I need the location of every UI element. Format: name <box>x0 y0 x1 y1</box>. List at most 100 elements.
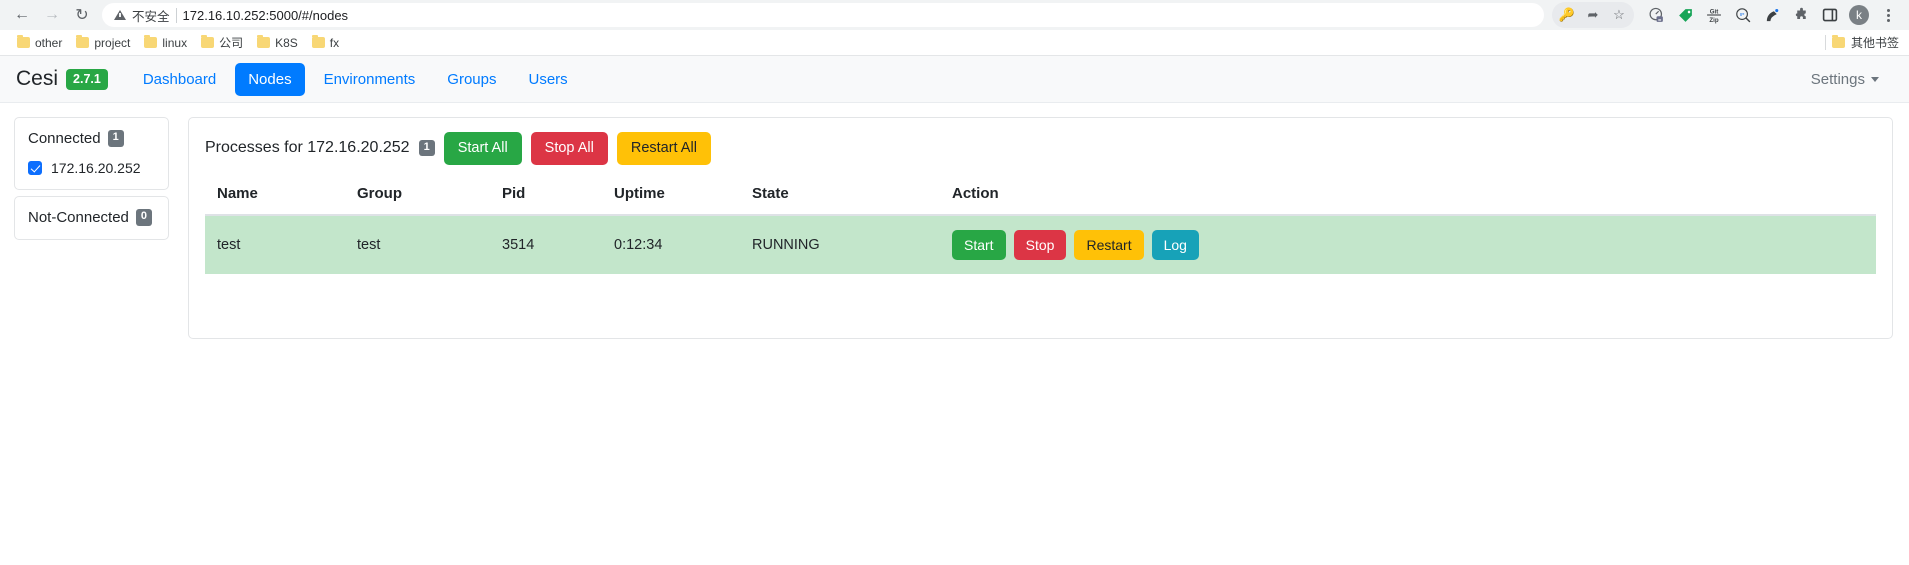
ip-lookup-extension-icon[interactable]: IP <box>1730 2 1756 28</box>
speedometer-extension-icon[interactable] <box>1643 2 1669 28</box>
stop-all-button[interactable]: Stop All <box>530 132 608 165</box>
omnibox-action-group: 🔑 ➦ ☆ <box>1552 2 1634 28</box>
nav-link-dashboard[interactable]: Dashboard <box>130 63 229 96</box>
node-label: 172.16.20.252 <box>51 160 141 176</box>
not-connected-count-badge: 0 <box>135 209 153 226</box>
browser-toolbar-icons: 🔑 ➦ ☆ Git Zip IP k <box>1552 2 1901 28</box>
page-title: Processes for 172.16.20.252 <box>205 139 410 157</box>
column-header-group: Group <box>345 176 490 216</box>
tag-extension-icon[interactable] <box>1672 2 1698 28</box>
nav-link-groups[interactable]: Groups <box>434 63 509 96</box>
bookmark-label: K8S <box>275 35 298 50</box>
bookmark-item[interactable]: 公司 <box>194 32 250 53</box>
bookmark-label: project <box>94 35 131 50</box>
status-badge: RUNNING <box>740 214 940 274</box>
folder-icon <box>76 35 90 48</box>
share-icon[interactable]: ➦ <box>1580 2 1606 28</box>
forward-arrow-icon[interactable]: → <box>38 1 66 29</box>
password-key-icon[interactable]: 🔑 <box>1554 2 1580 28</box>
extensions-puzzle-icon[interactable] <box>1788 2 1814 28</box>
not-secure-label: 不安全 <box>132 9 170 24</box>
reload-icon[interactable]: ↻ <box>68 1 96 29</box>
folder-icon <box>17 35 30 48</box>
column-header-uptime: Uptime <box>602 176 740 216</box>
start-button[interactable]: Start <box>952 229 1006 260</box>
cell-actions: Start Stop Restart Log <box>940 214 1876 274</box>
satellite-extension-icon[interactable] <box>1759 2 1785 28</box>
bookmark-item[interactable]: project <box>69 34 137 52</box>
svg-text:Git: Git <box>1710 8 1719 15</box>
column-header-pid: Pid <box>490 176 602 216</box>
not-connected-card: Not-Connected 0 <box>14 196 169 240</box>
bookmark-label: linux <box>162 35 188 50</box>
nav-link-users[interactable]: Users <box>516 63 581 96</box>
sidepanel-icon[interactable] <box>1817 2 1843 28</box>
cell-group: test <box>345 214 490 274</box>
bookmark-item[interactable]: fx <box>305 34 346 52</box>
folder-icon <box>257 35 271 48</box>
processes-table: Name Group Pid Uptime State Action test … <box>205 176 1876 274</box>
column-header-state: State <box>740 176 940 216</box>
processes-panel: Processes for 172.16.20.252 1 Start All … <box>188 117 1893 339</box>
bookmark-bar: other project linux 公司 K8S fx 其他书签 <box>0 30 1909 56</box>
address-bar[interactable]: 不安全 172.16.10.252:5000/#/nodes <box>102 3 1544 27</box>
folder-icon <box>1831 35 1845 48</box>
three-dot-menu-icon[interactable] <box>1875 2 1901 28</box>
settings-label: Settings <box>1810 70 1865 88</box>
profile-initial: k <box>1849 5 1869 25</box>
bookmark-item[interactable]: linux <box>137 34 194 52</box>
not-connected-label: Not-Connected <box>28 209 129 226</box>
bookmark-label: fx <box>329 35 340 50</box>
omnibox-divider <box>175 7 177 23</box>
table-header-row: Name Group Pid Uptime State Action <box>205 176 1876 216</box>
bookmark-item[interactable]: other <box>10 34 69 52</box>
connected-header: Connected 1 <box>28 130 155 147</box>
folder-icon <box>144 35 158 48</box>
not-secure-warning-icon <box>114 10 126 20</box>
bookmark-star-icon[interactable]: ☆ <box>1606 2 1632 28</box>
connected-label: Connected <box>28 130 101 147</box>
folder-icon <box>311 35 325 48</box>
stop-button[interactable]: Stop <box>1013 229 1067 260</box>
browser-toolbar: ← → ↻ 不安全 172.16.10.252:5000/#/nodes 🔑 ➦… <box>0 0 1909 30</box>
other-bookmarks-group[interactable]: 其他书签 <box>1824 34 1899 51</box>
connected-card: Connected 1 172.16.20.252 <box>14 117 169 190</box>
connected-count-badge: 1 <box>107 130 124 147</box>
url-text: 172.16.10.252:5000/#/nodes <box>182 7 349 23</box>
cell-name: test <box>205 214 345 274</box>
other-bookmarks-label: 其他书签 <box>1850 36 1899 50</box>
bookmark-label: other <box>35 35 63 50</box>
column-header-name: Name <box>205 176 345 216</box>
app-navbar: Cesi 2.7.1 Dashboard Nodes Environments … <box>0 56 1909 103</box>
start-all-button[interactable]: Start All <box>443 132 522 165</box>
bookmark-divider <box>1824 35 1826 50</box>
nav-link-environments[interactable]: Environments <box>311 63 429 96</box>
restart-all-button[interactable]: Restart All <box>616 132 711 165</box>
cell-pid: 3514 <box>490 214 602 274</box>
restart-button[interactable]: Restart <box>1074 229 1144 260</box>
version-badge: 2.7.1 <box>66 68 108 90</box>
nodes-sidebar: Connected 1 172.16.20.252 Not-Connected … <box>14 117 169 240</box>
chevron-down-icon <box>1871 76 1879 82</box>
bookmark-label: 公司 <box>219 36 244 50</box>
settings-dropdown[interactable]: Settings <box>1811 71 1895 88</box>
log-button[interactable]: Log <box>1151 229 1199 260</box>
process-count-badge: 1 <box>418 140 435 157</box>
nav-link-nodes[interactable]: Nodes <box>235 62 305 96</box>
processes-header: Processes for 172.16.20.252 1 Start All … <box>205 132 1876 165</box>
svg-text:Zip: Zip <box>1709 17 1718 24</box>
cell-uptime: 0:12:34 <box>602 214 740 274</box>
svg-text:IP: IP <box>1739 12 1744 18</box>
back-arrow-icon[interactable]: ← <box>8 1 36 29</box>
page-body: Connected 1 172.16.20.252 Not-Connected … <box>0 103 1909 339</box>
node-checkbox[interactable] <box>28 161 42 175</box>
bookmark-item[interactable]: K8S <box>250 34 305 52</box>
list-item[interactable]: 172.16.20.252 <box>28 160 155 176</box>
app-brand[interactable]: Cesi <box>14 67 58 91</box>
column-header-action: Action <box>940 176 1876 216</box>
avatar[interactable]: k <box>1846 2 1872 28</box>
table-row: test test 3514 0:12:34 RUNNING Start Sto… <box>205 214 1876 274</box>
not-connected-header: Not-Connected 0 <box>28 209 155 226</box>
gitzip-extension-icon[interactable]: Git Zip <box>1701 2 1727 28</box>
folder-icon <box>201 35 215 48</box>
